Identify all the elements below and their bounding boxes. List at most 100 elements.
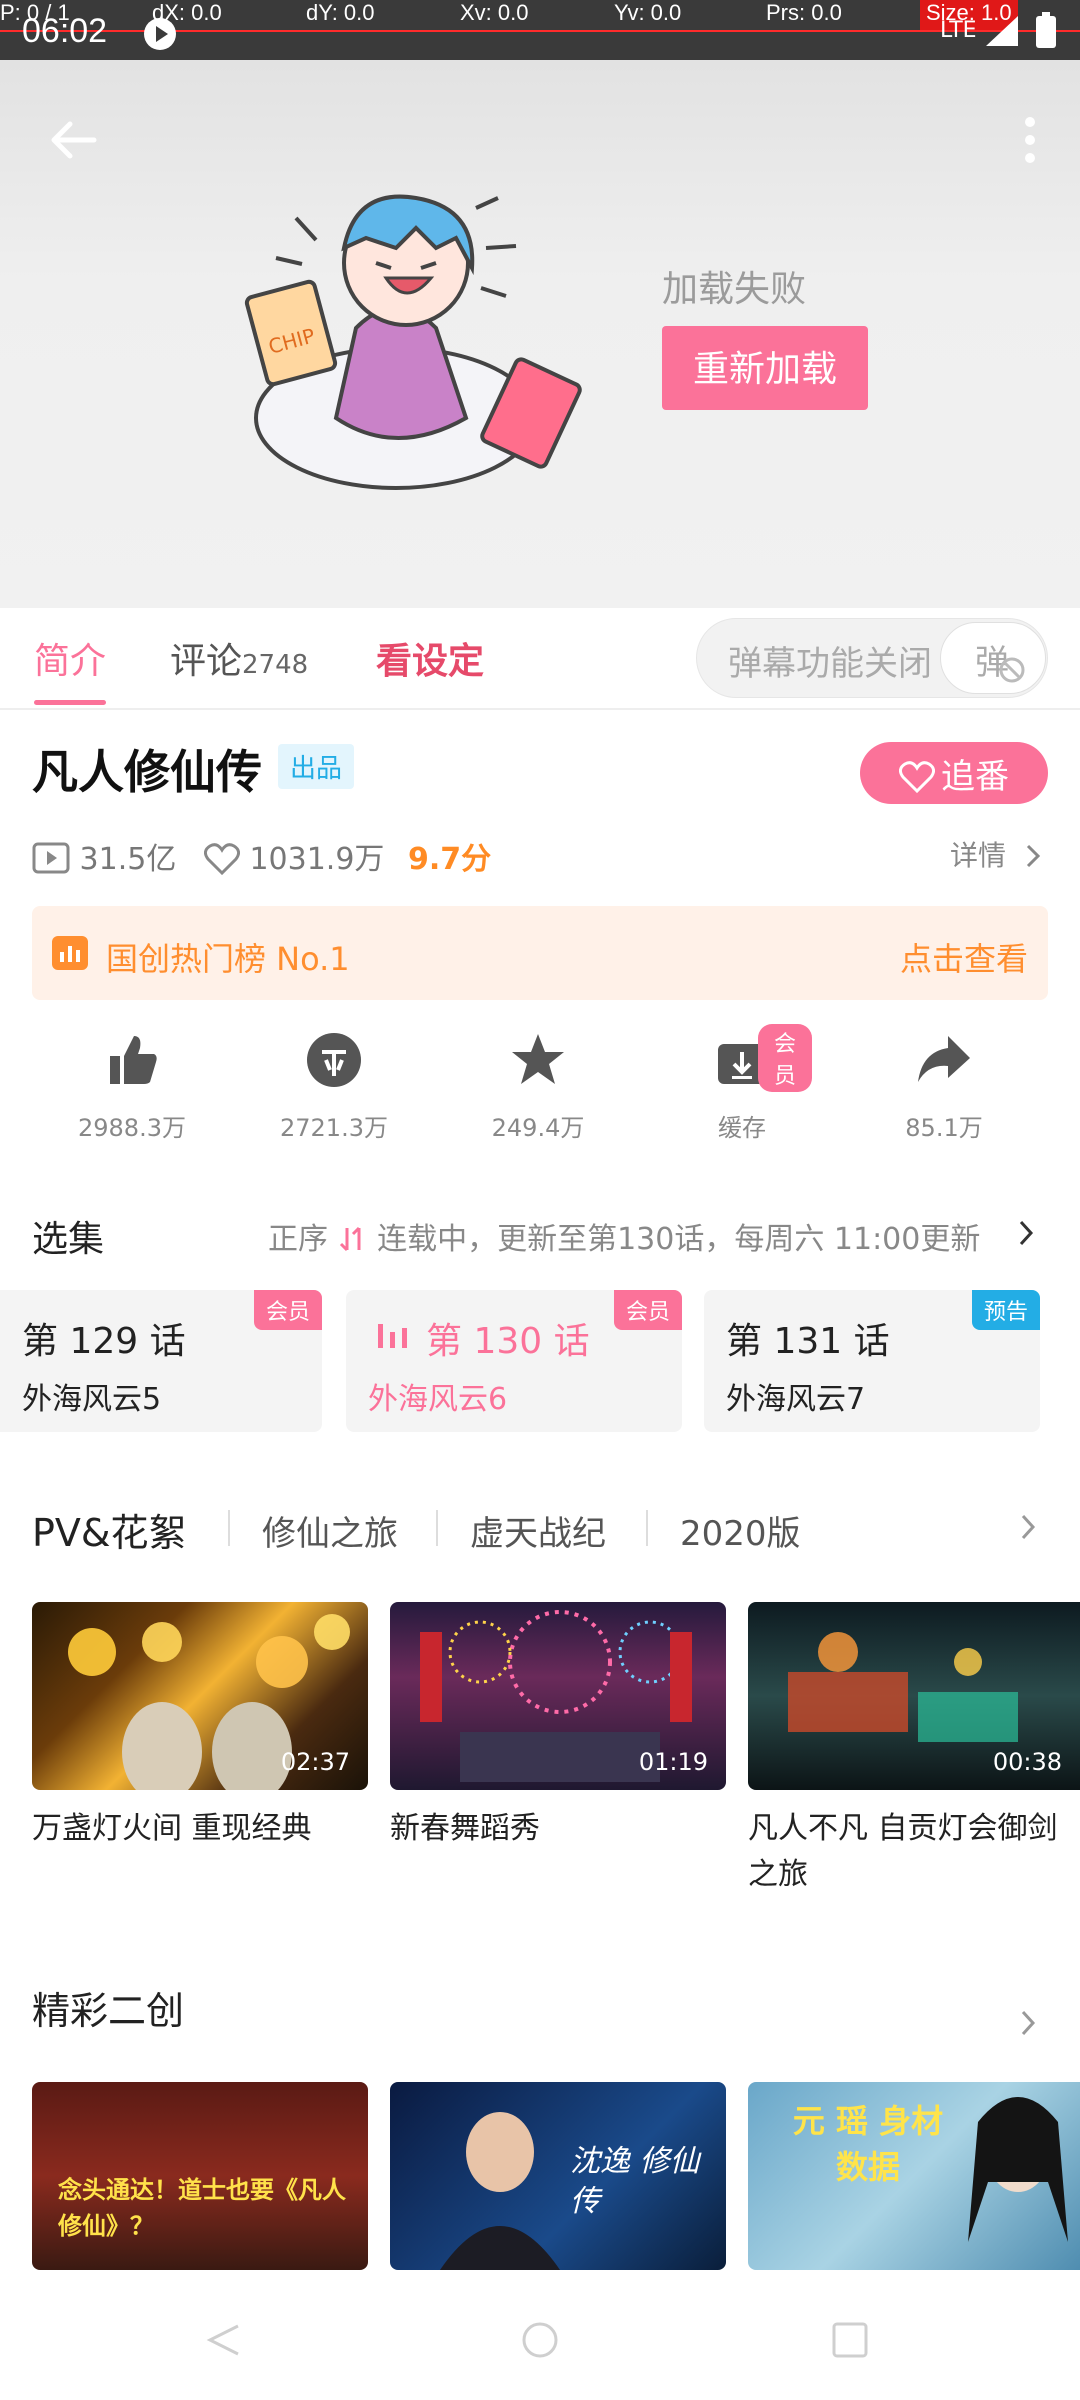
rank-view-link[interactable]: 点击查看 <box>900 934 1028 980</box>
vip-tag: 会员 <box>758 1024 812 1092</box>
pv-tab-battle[interactable]: 虚天战纪 <box>470 1506 606 1555</box>
tab-settings-lore[interactable]: 看设定 <box>376 632 484 684</box>
update-schedule: 连载中，更新至第130话，每周六 11:00更新 <box>377 1222 981 1257</box>
rating-score: 9.7分 <box>407 842 492 877</box>
creations-title: 精彩二创 <box>32 1989 185 2033</box>
more-options-icon[interactable] <box>1010 110 1050 170</box>
network-type: LTE <box>940 18 977 43</box>
battery-icon <box>1036 12 1056 48</box>
video-duration: 02:37 <box>280 1748 350 1776</box>
creations-more-chevron-icon[interactable] <box>1018 2008 1038 2038</box>
debug-xv: Xv: 0.0 <box>460 0 529 25</box>
play-stats: 31.5亿 1031.9万 9.7分 <box>32 834 491 878</box>
coin-count: 2721.3万 <box>280 1114 388 1142</box>
debug-prs: Prs: 0.0 <box>766 0 842 25</box>
likes-count: 1031.9万 <box>249 842 385 877</box>
player-notification-icon <box>144 18 176 50</box>
detail-link[interactable]: 详情 <box>950 834 1043 874</box>
detail-label: 详情 <box>950 839 1007 872</box>
signal-icon <box>986 16 1018 46</box>
coin-action[interactable]: 2721.3万 <box>264 1030 404 1142</box>
coin-icon <box>307 1033 361 1087</box>
favorite-count: 249.4万 <box>491 1114 585 1142</box>
creation-thumbnail[interactable]: 元 瑶 身材数据 <box>748 2082 1080 2270</box>
pv-section-title: PV&花絮 <box>32 1511 187 1555</box>
episode-name: 外海风云6 <box>368 1382 508 1417</box>
follow-button[interactable]: 追番 <box>860 742 1048 804</box>
pv-more-chevron-icon[interactable] <box>1018 1512 1038 1542</box>
episode-number: 第 129 话 <box>22 1321 186 1362</box>
episode-card[interactable]: 第 131 话 外海风云7 预告 <box>704 1290 1040 1432</box>
pv-tab-journey[interactable]: 修仙之旅 <box>262 1506 398 1555</box>
share-icon <box>918 1036 970 1082</box>
tab-intro[interactable]: 简介 <box>34 632 106 684</box>
favorite-action[interactable]: 249.4万 <box>468 1030 608 1142</box>
tab-comments[interactable]: 评论2748 <box>170 632 308 684</box>
active-tab-indicator <box>34 700 106 705</box>
play-count-icon <box>32 842 70 874</box>
video-caption[interactable]: 新春舞蹈秀 <box>390 1806 730 1852</box>
pv-tab-divider <box>436 1510 438 1546</box>
creation-overlay-text: 沈逸 修仙传 <box>570 2144 700 2219</box>
nav-back-icon[interactable] <box>204 2320 244 2360</box>
creation-thumbnail[interactable]: 念头通达！道士也要《凡人修仙》？ <box>32 2082 368 2270</box>
back-arrow-icon[interactable] <box>44 110 104 170</box>
episode-name: 外海风云5 <box>22 1382 162 1417</box>
reload-button[interactable]: 重新加载 <box>662 326 868 410</box>
sort-arrows-icon <box>339 1226 361 1252</box>
nav-recents-icon[interactable] <box>830 2320 870 2360</box>
pv-tab-divider <box>646 1510 648 1546</box>
episodes-title: 选集 <box>32 1219 105 1260</box>
follow-label: 追番 <box>941 757 1009 796</box>
like-count: 2988.3万 <box>78 1114 186 1142</box>
video-caption[interactable]: 凡人不凡 自贡灯会御剑之旅 <box>748 1806 1080 1898</box>
anime-title: 凡人修仙传 <box>32 745 262 799</box>
debug-dy: dY: 0.0 <box>306 0 375 25</box>
video-thumbnail[interactable]: 01:19 <box>390 1602 726 1790</box>
video-thumbnail[interactable]: 00:38 <box>748 1602 1080 1790</box>
tab-comments-label: 评论 <box>170 641 243 682</box>
episode-number: 第 131 话 <box>726 1321 890 1362</box>
episodes-info[interactable]: 正序 连载中，更新至第130话，每周六 11:00更新 <box>268 1214 980 1258</box>
creation-overlay-text: 念头通达！道士也要《凡人修仙》？ <box>58 2176 346 2240</box>
production-badge: 出品 <box>278 744 355 789</box>
video-caption[interactable]: 万盏灯火间 重现经典 <box>32 1806 372 1852</box>
download-action[interactable]: 会员 缓存 <box>672 1024 812 1142</box>
heart-icon <box>898 760 936 793</box>
load-failed-text: 加载失败 <box>662 269 807 310</box>
creation-thumbnail[interactable]: 沈逸 修仙传 <box>390 2082 726 2270</box>
load-failed-mascot-illustration: CHIP <box>244 194 582 490</box>
character-image <box>968 2097 1068 2242</box>
rank-chart-icon <box>52 936 88 970</box>
chevron-right-icon <box>1026 844 1041 868</box>
danmaku-off-icon <box>999 657 1025 683</box>
views-count: 31.5亿 <box>79 842 177 877</box>
episode-card[interactable]: 第 129 话 外海风云5 会员 <box>0 1290 322 1432</box>
video-duration: 00:38 <box>992 1748 1062 1776</box>
likes-heart-icon <box>203 843 240 876</box>
pv-tab-2020[interactable]: 2020版 <box>680 1506 801 1555</box>
episode-card-current[interactable]: 第 130 话 外海风云6 会员 <box>346 1290 682 1432</box>
download-label: 缓存 <box>718 1114 766 1142</box>
pv-tab-divider <box>228 1510 230 1546</box>
share-count: 85.1万 <box>905 1114 983 1142</box>
playing-bars-icon <box>378 1324 407 1348</box>
like-action[interactable]: 2988.3万 <box>62 1030 202 1142</box>
episode-number: 第 130 话 <box>426 1321 590 1362</box>
creation-overlay-text: 元 瑶 身材数据 <box>792 2102 944 2186</box>
video-thumbnail[interactable]: 02:37 <box>32 1602 368 1790</box>
share-action[interactable]: 85.1万 <box>874 1030 1014 1142</box>
comments-count: 2748 <box>242 650 309 680</box>
episode-name: 外海风云7 <box>726 1382 866 1417</box>
video-duration: 01:19 <box>638 1748 708 1776</box>
clock: 06:02 <box>22 12 108 50</box>
danmaku-placeholder: 弹幕功能关闭 <box>728 644 932 684</box>
nav-home-icon[interactable] <box>520 2320 560 2360</box>
episode-vip-tag: 会员 <box>253 1290 322 1330</box>
danmaku-toggle[interactable]: 弹 <box>940 622 1046 694</box>
sort-order-label: 正序 <box>268 1222 328 1257</box>
episode-vip-tag: 会员 <box>613 1290 682 1330</box>
episodes-chevron-icon[interactable] <box>1016 1218 1036 1248</box>
rank-text: 国创热门榜 No.1 <box>106 940 350 978</box>
debug-yv: Yv: 0.0 <box>614 0 682 25</box>
